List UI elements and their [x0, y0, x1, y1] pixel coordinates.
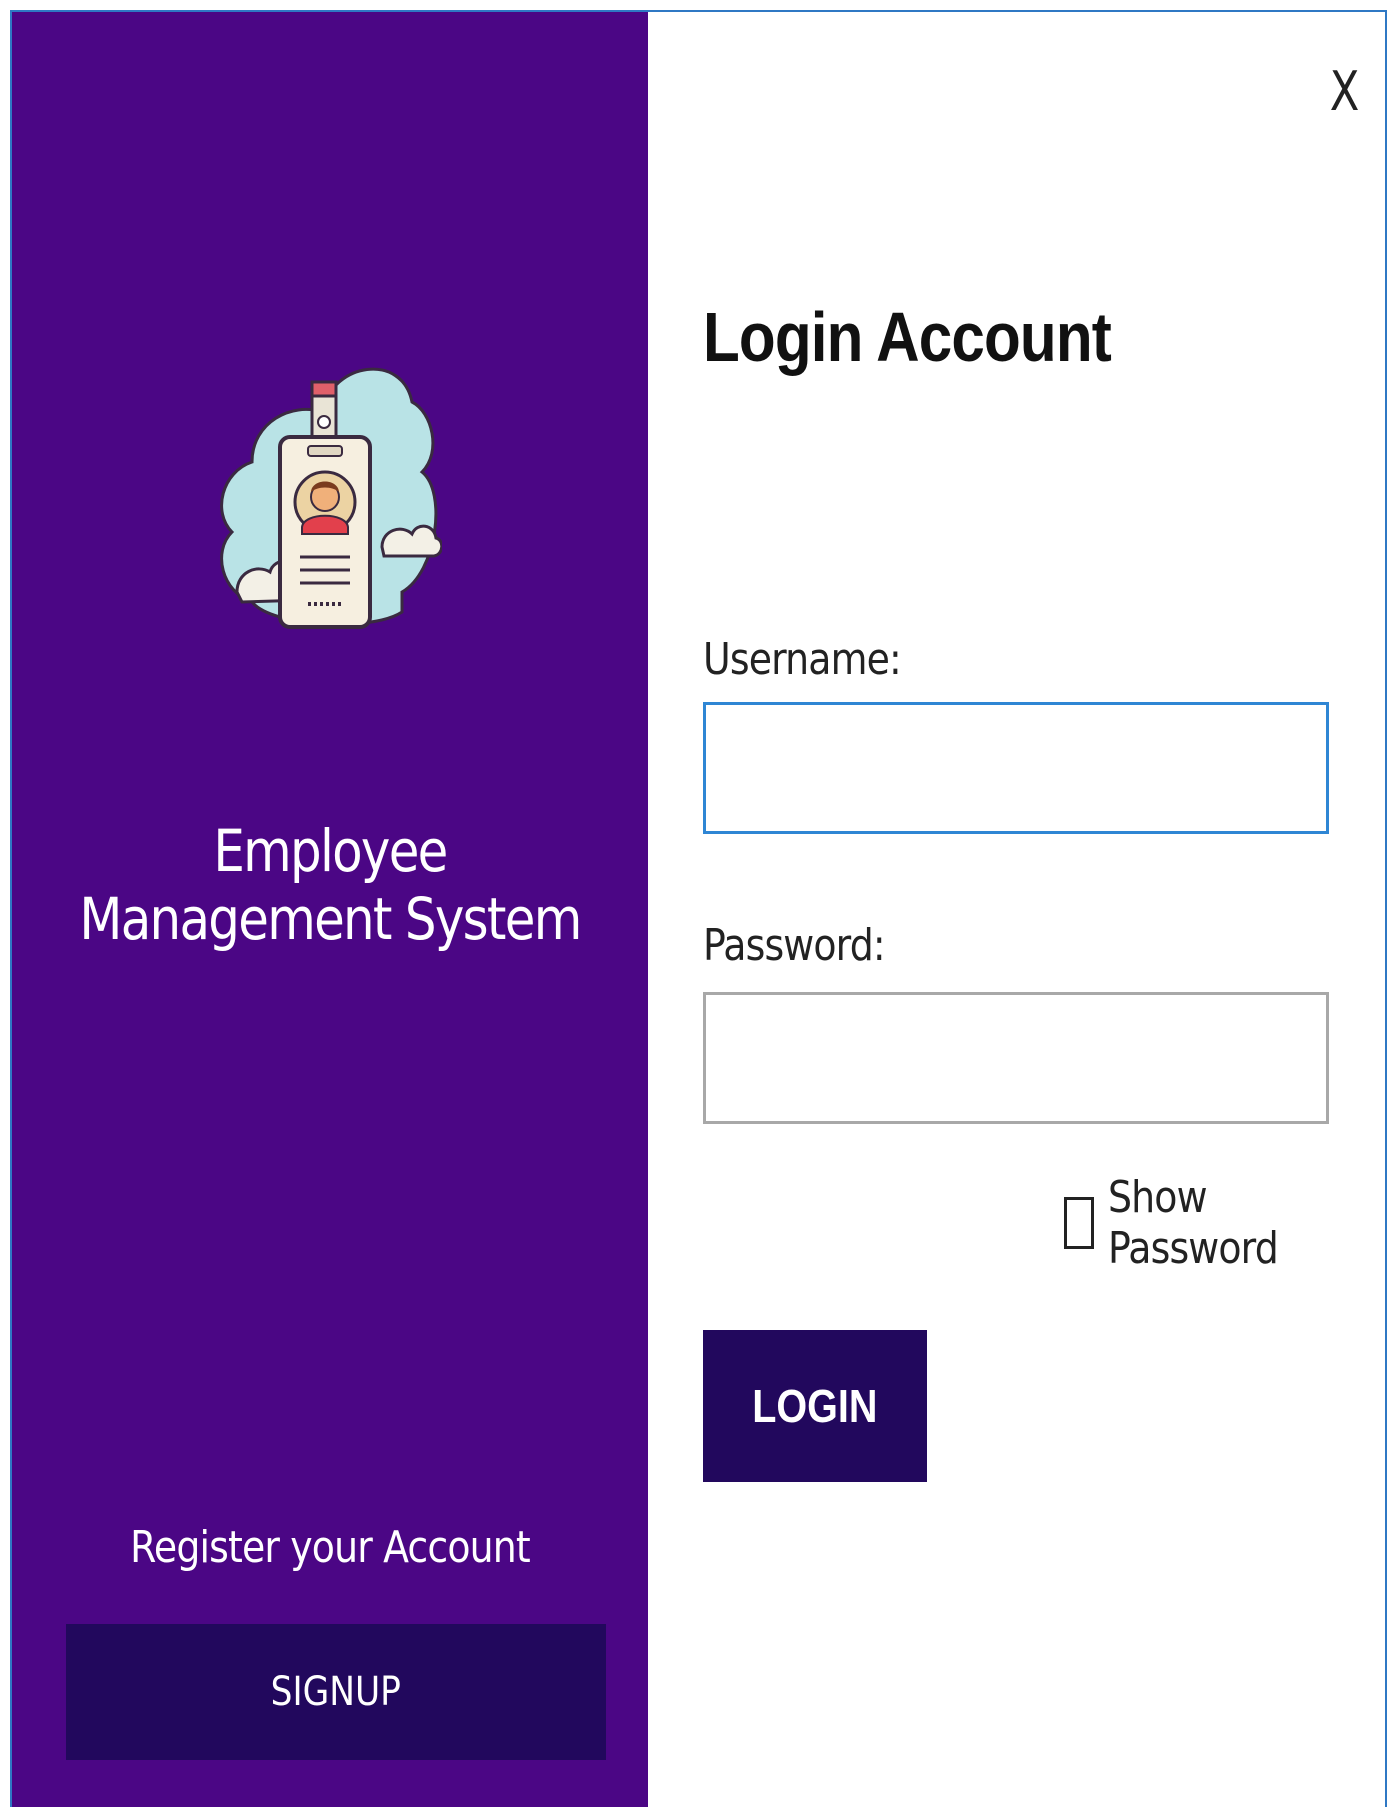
username-label: Username: [703, 634, 902, 685]
signup-button[interactable]: SIGNUP [66, 1624, 606, 1760]
login-button-label: LOGIN [752, 1380, 878, 1432]
password-label: Password: [703, 920, 886, 971]
show-password-toggle[interactable]: Show Password [1064, 1172, 1385, 1274]
signup-button-label: SIGNUP [270, 1669, 402, 1715]
login-panel: X Login Account Username: Password: Show… [648, 12, 1385, 1807]
login-window: Employee Management System Register your… [10, 10, 1387, 1807]
app-title: Employee Management System [79, 817, 582, 953]
close-icon[interactable]: X [1330, 60, 1360, 123]
login-button[interactable]: LOGIN [703, 1330, 927, 1482]
employee-id-badge-cloud-icon [220, 367, 442, 629]
branding-panel: Employee Management System Register your… [12, 12, 648, 1807]
register-prompt: Register your Account [130, 1522, 531, 1573]
username-input[interactable] [703, 702, 1329, 834]
show-password-label: Show Password [1107, 1172, 1279, 1274]
show-password-checkbox[interactable] [1064, 1197, 1094, 1249]
page-title: Login Account [703, 298, 1112, 376]
password-input[interactable] [703, 992, 1329, 1124]
